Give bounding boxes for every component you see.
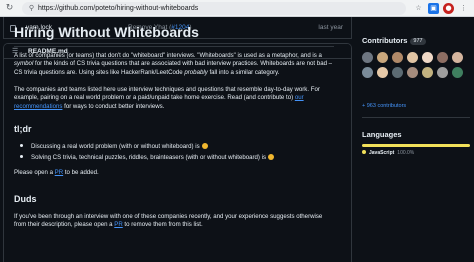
contributor-avatar[interactable] [422, 52, 433, 63]
page-title: Hiring Without Whiteboards [14, 24, 199, 40]
contributor-avatar[interactable] [422, 67, 433, 78]
reload-icon[interactable]: ↻ [4, 3, 15, 14]
duds-heading: Duds [14, 194, 37, 204]
list-item: Discussing a real world problem (with or… [20, 143, 208, 151]
contributor-avatar[interactable] [392, 52, 403, 63]
browser-toolbar: ↻ ⚲ https://github.com/poteto/hiring-wit… [0, 0, 474, 17]
open-pr-line: Please open a PR to be added. [14, 169, 99, 176]
contributor-avatar[interactable] [452, 67, 463, 78]
more-menu-icon[interactable]: ⋮ [458, 3, 469, 14]
contributor-avatar[interactable] [452, 52, 463, 63]
contributor-avatar[interactable] [437, 52, 448, 63]
contributors-heading[interactable]: Contributors 977 [362, 36, 426, 45]
commit-date: last year [318, 24, 343, 31]
tldr-heading: tl;dr [14, 124, 32, 134]
remove-pr-link[interactable]: PR [114, 221, 122, 228]
sidebar-divider [362, 117, 470, 118]
profile-avatar[interactable]: ● [443, 3, 454, 14]
contributor-avatar[interactable] [377, 67, 388, 78]
language-color-dot [362, 150, 366, 154]
contributors-count-badge: 977 [410, 38, 426, 45]
duds-paragraph: If you've been through an interview with… [14, 213, 323, 229]
bookmark-star-icon[interactable]: ☆ [413, 3, 424, 14]
more-contributors-link[interactable]: + 963 contributors [362, 103, 406, 109]
url-text: https://github.com/poteto/hiring-without… [38, 5, 199, 12]
language-bar [362, 144, 470, 147]
site-info-icon[interactable]: ⚲ [27, 4, 36, 13]
contributor-avatar[interactable] [377, 52, 388, 63]
address-bar[interactable]: ⚲ https://github.com/poteto/hiring-witho… [22, 2, 406, 15]
extension-icon[interactable]: ▣ [428, 3, 439, 14]
contributor-avatar[interactable] [437, 67, 448, 78]
contributor-avatar[interactable] [407, 67, 418, 78]
languages-heading: Languages [362, 130, 402, 139]
thumbs-down-icon [268, 154, 275, 160]
contributor-avatar[interactable] [407, 52, 418, 63]
contributor-avatar[interactable] [362, 67, 373, 78]
thumbs-up-icon [201, 143, 208, 149]
contributor-avatar[interactable] [392, 67, 403, 78]
intro-paragraph: A list of companies (or teams) that don'… [14, 52, 333, 76]
pr-link[interactable]: PR [55, 169, 63, 176]
list-item: Solving CS trivia, technical puzzles, ri… [20, 154, 275, 162]
contributor-avatar[interactable] [362, 52, 373, 63]
title-divider [14, 46, 334, 47]
language-item[interactable]: JavaScript 100.0% [362, 150, 414, 157]
approach-paragraph: The companies and teams listed here use … [14, 86, 320, 110]
repo-sidebar: Contributors 977 + 963 contributors Langu… [362, 17, 474, 262]
